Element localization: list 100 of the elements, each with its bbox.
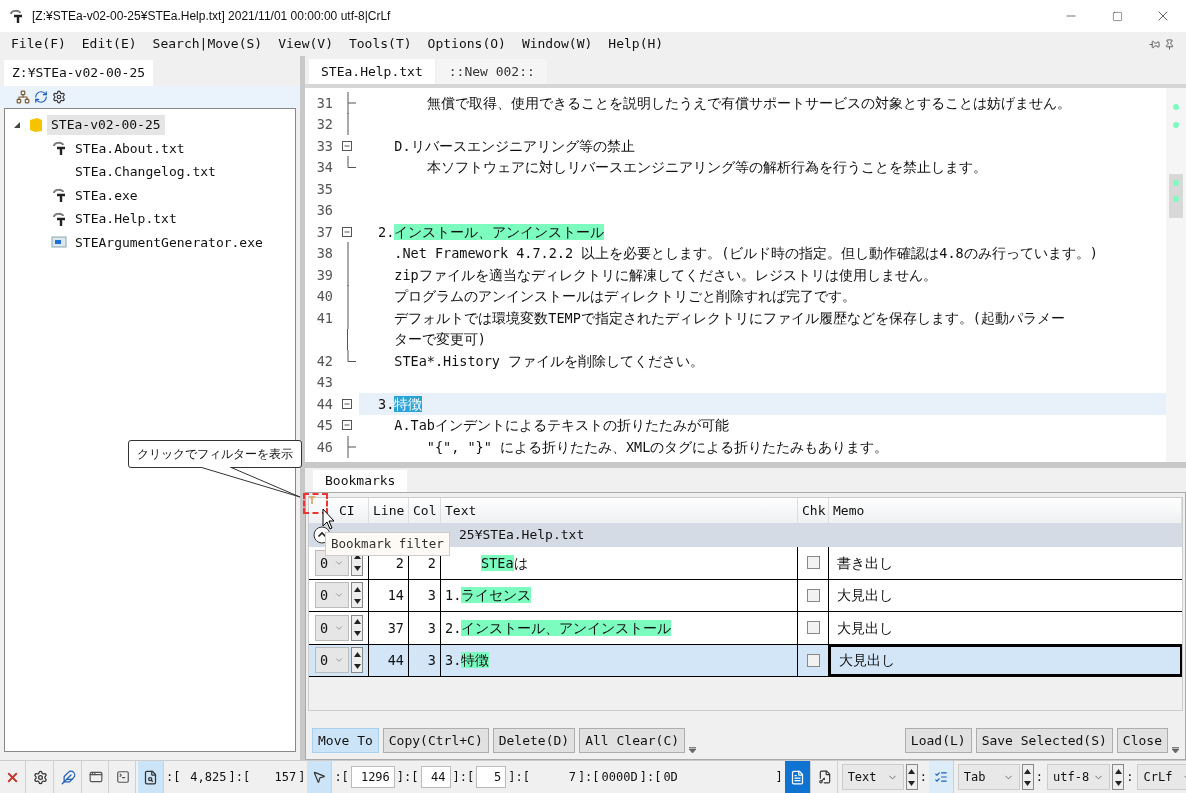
checkbox[interactable] <box>806 588 820 602</box>
ci-select[interactable]: 0 <box>315 614 349 641</box>
column-header[interactable]: Text <box>445 500 477 521</box>
action-button[interactable]: Move To <box>312 728 379 753</box>
column-header[interactable]: Memo <box>833 500 865 521</box>
action-button[interactable]: Load(L) <box>904 728 972 753</box>
menu-item[interactable]: View(V) <box>270 34 341 54</box>
tree-item[interactable]: STEa.Changelog.txt <box>71 162 220 182</box>
memo-cell[interactable]: 大見出し <box>837 585 893 606</box>
editor-tab[interactable]: STEa.Help.txt <box>309 59 435 84</box>
checkbox[interactable] <box>806 653 820 667</box>
terminal-icon <box>116 770 130 784</box>
spin-button[interactable] <box>351 647 363 674</box>
line-number: 36 <box>315 201 333 221</box>
status-text: : <box>1126 769 1134 786</box>
menu-item[interactable]: Edit(E) <box>73 34 145 54</box>
code-line: デフォルトでは環境変数TEMPで指定されたディレクトリにファイル履歴などを保存します。(起動パラメー <box>393 308 1065 328</box>
bookmark-row[interactable]: 0 44 3 3.特徴 大見出し <box>309 644 1182 677</box>
ci-select[interactable]: 0 <box>315 582 349 609</box>
bookmark-row[interactable]: 0 14 3 1.ライセンス 大見出し <box>309 579 1182 612</box>
status-field[interactable]: 1296 <box>350 766 395 788</box>
line-number: 38 <box>315 244 333 264</box>
spin-button[interactable] <box>351 614 363 641</box>
status-text: ]:[ <box>577 769 600 786</box>
action-button[interactable]: Delete(D) <box>492 728 576 753</box>
menu-item[interactable]: Window(W) <box>513 34 601 54</box>
spin-button[interactable] <box>905 764 918 790</box>
down-arrow-icon <box>1024 780 1032 786</box>
folder-icon <box>29 116 43 133</box>
pin-icon[interactable] <box>1149 38 1160 50</box>
status-select[interactable]: Tab <box>957 764 1020 790</box>
status-value: 7 <box>567 769 576 786</box>
bookmark-row[interactable]: 0 37 3 2.インストール、アンインストール 大見出し <box>309 612 1182 645</box>
action-button[interactable]: Save Selected(S) <box>975 728 1113 753</box>
tree-item[interactable]: STEa.exe <box>71 185 142 205</box>
tree-item[interactable]: STEa.About.txt <box>71 138 189 158</box>
pin-icon[interactable] <box>1164 38 1175 50</box>
column-header[interactable]: Chk <box>802 500 826 521</box>
list-button[interactable] <box>928 761 954 793</box>
tree-view-icon[interactable] <box>16 90 30 104</box>
menu-item[interactable]: Options(O) <box>419 34 514 54</box>
line-number: 44 <box>315 394 333 414</box>
text-cell-text: STEaは <box>481 553 528 573</box>
document-search-icon <box>143 769 158 785</box>
tree-item[interactable]: STEa-v02-00-25 <box>47 115 165 135</box>
app-icon <box>51 210 67 227</box>
status-text: : <box>1035 769 1044 786</box>
code-line: D.リバースエンジニアリング等の禁止 <box>393 136 635 156</box>
column-header[interactable]: CI <box>339 500 355 521</box>
status-select[interactable]: CrLf <box>1137 764 1186 790</box>
line-number: 34 <box>315 158 333 178</box>
spin-button[interactable] <box>1021 764 1034 790</box>
refresh-icon[interactable] <box>34 90 48 104</box>
column-header[interactable]: Line <box>373 500 405 521</box>
memo-cell[interactable]: 大見出し <box>837 617 893 638</box>
spin-button[interactable] <box>351 582 363 609</box>
status-field[interactable]: 5 <box>476 766 507 788</box>
action-button[interactable]: Close <box>1116 728 1168 753</box>
ci-select[interactable]: 0 <box>315 647 349 674</box>
menu-item[interactable]: File(F) <box>3 34 74 54</box>
spin-button[interactable] <box>1112 764 1125 790</box>
menu-item[interactable]: Tools(T) <box>340 34 420 54</box>
settings-icon[interactable] <box>52 90 66 104</box>
action-button[interactable]: All Clear(C) <box>579 728 686 753</box>
code-line: 本ソフトウェアに対しリバースエンジニアリング等の解析行為を行うことを禁止します。 <box>425 158 987 178</box>
bookmark-row[interactable]: 0 2 2 STEaは 書き出し <box>309 547 1182 580</box>
status-select[interactable]: utf-8 <box>1047 764 1111 790</box>
pointer-button[interactable] <box>307 761 333 793</box>
memo-cell[interactable]: 書き出し <box>837 552 893 573</box>
expand-caret-icon[interactable] <box>13 120 21 129</box>
checkbox[interactable] <box>806 556 820 570</box>
overflow-icon[interactable] <box>689 747 697 753</box>
line-number: 40 <box>315 287 333 307</box>
document-button[interactable] <box>784 761 811 793</box>
status-field[interactable]: 44 <box>420 766 451 788</box>
scrollbar-thumb[interactable] <box>1169 174 1183 218</box>
tooltip: Bookmark filter <box>325 532 450 556</box>
menu-item[interactable]: Help(H) <box>600 34 672 54</box>
marker-dots-icon <box>1172 103 1180 203</box>
group-header: 25¥STEa.Help.txt <box>459 526 585 545</box>
memo-cell[interactable]: 大見出し <box>839 650 895 671</box>
up-arrow-icon <box>908 768 916 774</box>
column-header[interactable]: Col <box>413 500 437 521</box>
menu-item[interactable]: Search|Move(S) <box>144 34 271 54</box>
action-button[interactable]: Copy(Ctrl+C) <box>382 728 489 753</box>
document-button[interactable] <box>138 761 164 793</box>
status-select[interactable]: Text <box>841 764 904 790</box>
line-number: 39 <box>315 265 333 285</box>
status-text: ]:[ <box>228 769 251 786</box>
line-number: 45 <box>315 416 333 436</box>
tree-item[interactable]: STEArgumentGenerator.exe <box>71 232 267 252</box>
status-text: ]:[ <box>508 769 530 786</box>
checkbox[interactable] <box>806 621 820 635</box>
bookmarks-tab[interactable]: Bookmarks <box>313 470 408 492</box>
folder-tab[interactable]: Z:¥STEa-v02-00-25 <box>4 60 154 86</box>
overflow-icon[interactable] <box>1172 747 1179 753</box>
tree-item[interactable]: STEa.Help.txt <box>71 209 181 229</box>
line-number: 42 <box>315 351 333 371</box>
editor-tab[interactable]: ::New 002:: <box>436 59 547 84</box>
up-arrow-icon <box>1024 768 1032 774</box>
